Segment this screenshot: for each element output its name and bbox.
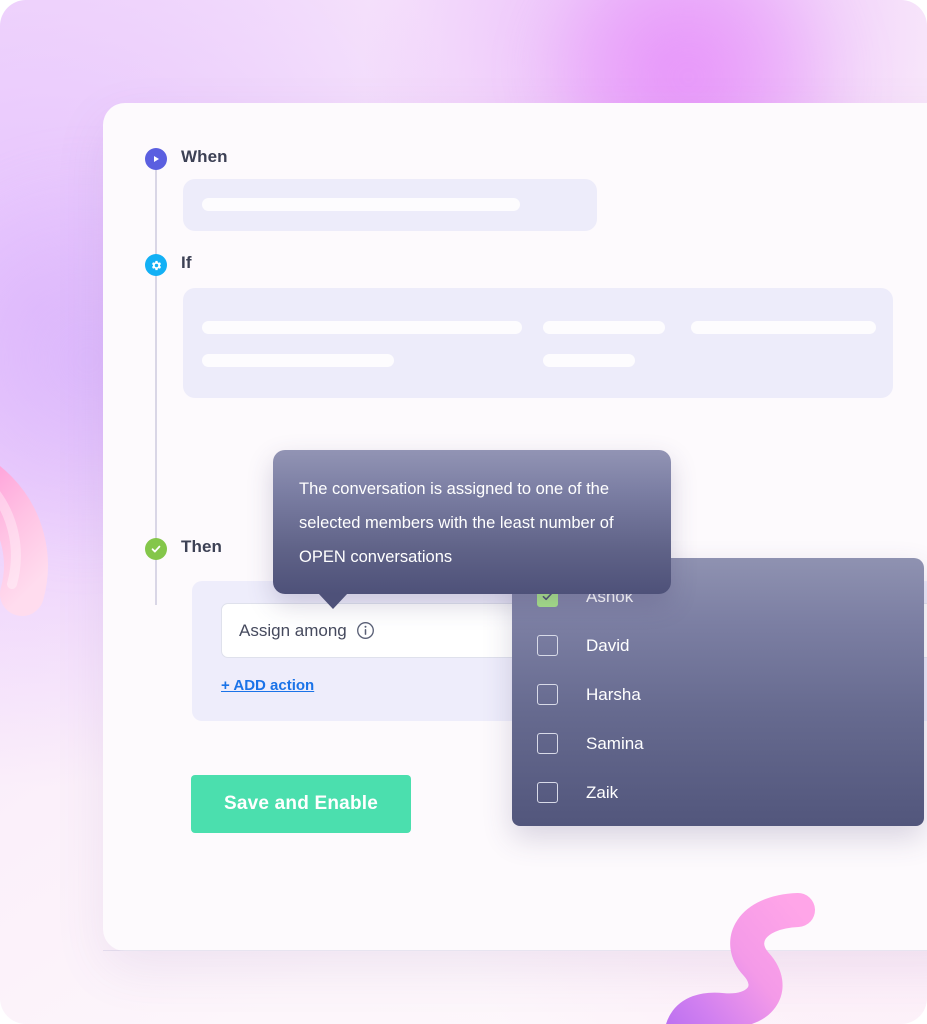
assign-among-tooltip: The conversation is assigned to one of t… [273,450,671,609]
checkbox-unchecked-icon[interactable] [537,684,558,705]
play-icon [145,148,167,170]
info-circle-icon[interactable] [356,621,375,640]
dropdown-option-label: Zaik [586,782,619,802]
skeleton-bar [543,321,665,334]
step-label-then: Then [181,537,223,556]
step-label-when: When [181,147,228,166]
dropdown-option[interactable]: Harsha [512,670,924,719]
skeleton-bar [543,354,635,367]
check-circle-icon [145,538,167,560]
add-action-link[interactable]: + ADD action [221,677,314,694]
if-condition-panel[interactable] [183,288,893,398]
save-and-enable-button[interactable]: Save and Enable [191,775,411,833]
skeleton-bar [202,198,520,211]
gear-icon [145,254,167,276]
members-dropdown-list[interactable]: Ashok David Harsha Samina Zaik [512,558,924,826]
page-background: When If Then Assign among + ADD action S… [0,0,927,1024]
skeleton-bar [691,321,876,334]
checkbox-unchecked-icon[interactable] [537,635,558,656]
tooltip-text: The conversation is assigned to one of t… [299,480,614,566]
dropdown-option[interactable]: David [512,621,924,670]
tooltip-arrow [318,593,348,609]
dropdown-option[interactable]: Zaik [512,768,924,817]
checkbox-unchecked-icon[interactable] [537,733,558,754]
assign-among-label: Assign among [239,620,347,640]
when-condition-panel[interactable] [183,179,597,231]
step-label-if: If [181,253,192,272]
dropdown-option-label: David [586,635,630,655]
dropdown-option-label: Samina [586,733,644,753]
skeleton-bar [202,321,522,334]
dropdown-option-label: Harsha [586,684,641,704]
checkbox-unchecked-icon[interactable] [537,782,558,803]
dropdown-option[interactable]: Samina [512,719,924,768]
skeleton-bar [202,354,394,367]
